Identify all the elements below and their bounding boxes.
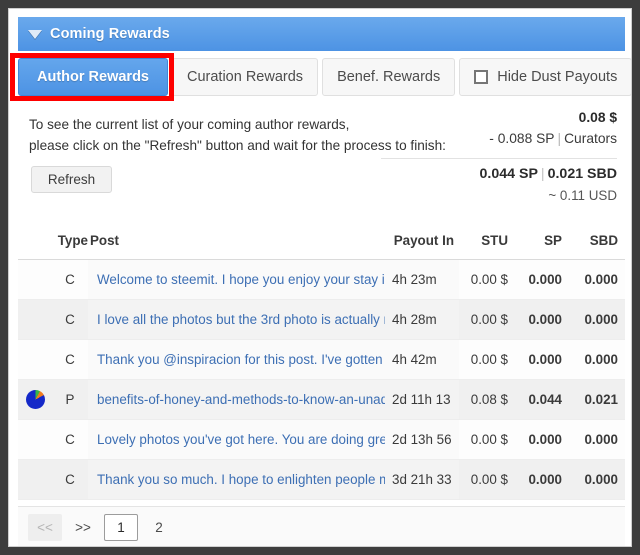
cell-payout-in: 4h 23m — [385, 259, 459, 299]
panel-title: Coming Rewards — [50, 26, 170, 42]
cell-stu: 0.00 $ — [459, 339, 517, 379]
cell-type: C — [52, 419, 88, 459]
pie-chart-icon — [18, 379, 52, 419]
tabstrip: Author Rewards Curation Rewards Benef. R… — [10, 53, 631, 101]
cell-sbd: 0.021 — [571, 379, 625, 419]
header-post[interactable]: Post — [88, 222, 385, 260]
cell-sp: 0.000 — [517, 259, 571, 299]
total-sp-curators-line: - 0.088 SP | Curators — [347, 128, 617, 150]
cell-sp: 0.000 — [517, 299, 571, 339]
header-stu[interactable]: STU — [459, 222, 517, 260]
cell-type: C — [52, 299, 88, 339]
pagination-next-button[interactable]: >> — [66, 514, 100, 541]
info-block: To see the current list of your coming a… — [18, 104, 625, 209]
table-row[interactable]: Pbenefits-of-honey-and-methods-to-know-a… — [18, 379, 625, 419]
total-usd-approx: ~ 0.11 USD — [548, 188, 617, 203]
row-icon-empty — [18, 339, 52, 379]
totals-divider — [381, 158, 617, 159]
cell-sbd: 0.000 — [571, 459, 625, 499]
tab-benef-rewards[interactable]: Benef. Rewards — [322, 58, 456, 96]
cell-post[interactable]: I love all the photos but the 3rd photo … — [88, 299, 385, 339]
post-link[interactable]: Thank you @inspiracion for this post. I'… — [97, 352, 385, 367]
cell-payout-in: 3d 21h 33 — [385, 459, 459, 499]
cell-sp: 0.044 — [517, 379, 571, 419]
pie-chart-icon — [25, 389, 45, 409]
table-row[interactable]: C Welcome to steemit. I hope you enjoy yo… — [18, 259, 625, 299]
totals-separator-2: | — [540, 166, 545, 182]
row-icon-empty — [18, 259, 52, 299]
tab-curation-rewards[interactable]: Curation Rewards — [172, 58, 319, 96]
cell-post[interactable]: benefits-of-honey-and-methods-to-know-an… — [88, 379, 385, 419]
post-link[interactable]: Welcome to steemit. I hope you enjoy you… — [97, 272, 385, 287]
table-header-row: Type Post Payout In STU SP SBD — [18, 222, 625, 260]
hide-dust-payouts-checkbox[interactable] — [474, 70, 489, 84]
coming-rewards-window: Coming Rewards Author Rewards Curation R… — [8, 8, 632, 547]
total-sbd: 0.021 SBD — [547, 166, 617, 182]
post-link[interactable]: Thank you so much. I hope to enlighten p… — [97, 472, 385, 487]
cell-payout-in: 4h 28m — [385, 299, 459, 339]
cell-sbd: 0.000 — [571, 419, 625, 459]
tab-author-rewards-wrapper: Author Rewards — [10, 53, 174, 101]
totals-summary: 0.08 $ - 0.088 SP | Curators 0.044 SP | 0.02… — [347, 108, 617, 205]
table-row[interactable]: C I love all the photos but the 3rd photo… — [18, 299, 625, 339]
total-sp: 0.044 SP — [479, 166, 538, 182]
post-link[interactable]: benefits-of-honey-and-methods-to-know-an… — [97, 392, 385, 407]
row-icon-empty — [18, 419, 52, 459]
row-icon-empty — [18, 459, 52, 499]
header-payout-in[interactable]: Payout In — [385, 222, 459, 260]
cell-stu: 0.00 $ — [459, 419, 517, 459]
cell-post[interactable]: Thank you so much. I hope to enlighten p… — [88, 459, 385, 499]
pagination-page-2[interactable]: 2 — [142, 514, 176, 541]
cell-sbd: 0.000 — [571, 259, 625, 299]
header-icon — [18, 222, 52, 260]
cell-stu: 0.08 $ — [459, 379, 517, 419]
table-row[interactable]: C Lovely photos you've got here. You are … — [18, 419, 625, 459]
cell-post[interactable]: Thank you @inspiracion for this post. I'… — [88, 339, 385, 379]
header-type[interactable]: Type — [52, 222, 88, 260]
rewards-table-head: Type Post Payout In STU SP SBD — [18, 222, 625, 260]
cell-stu: 0.00 $ — [459, 299, 517, 339]
pagination-page-1[interactable]: 1 — [104, 514, 138, 541]
cell-sp: 0.000 — [517, 419, 571, 459]
total-sp-sbd-line: 0.044 SP | 0.021 SBD — [347, 161, 617, 187]
table-row[interactable]: C Thank you so much. I hope to enlighten … — [18, 459, 625, 499]
cell-type: C — [52, 339, 88, 379]
cell-stu: 0.00 $ — [459, 259, 517, 299]
cell-type: C — [52, 259, 88, 299]
cell-payout-in: 2d 13h 56 — [385, 419, 459, 459]
row-icon-empty — [18, 299, 52, 339]
cell-stu: 0.00 $ — [459, 459, 517, 499]
cell-type: P — [52, 379, 88, 419]
curators-label: Curators — [564, 131, 617, 146]
pagination: << >> 1 2 — [18, 506, 625, 546]
hide-dust-payouts-toggle[interactable]: Hide Dust Payouts — [459, 58, 631, 96]
caret-down-icon[interactable] — [28, 29, 42, 39]
cell-payout-in: 4h 42m — [385, 339, 459, 379]
cell-type: C — [52, 459, 88, 499]
rewards-table: Type Post Payout In STU SP SBD C Welcome … — [18, 222, 625, 500]
cell-payout-in: 2d 11h 13 — [385, 379, 459, 419]
cell-post[interactable]: Lovely photos you've got here. You are d… — [88, 419, 385, 459]
post-link[interactable]: I love all the photos but the 3rd photo … — [97, 312, 385, 327]
pagination-first-button[interactable]: << — [28, 514, 62, 541]
panel-header[interactable]: Coming Rewards — [18, 17, 625, 51]
cell-post[interactable]: Welcome to steemit. I hope you enjoy you… — [88, 259, 385, 299]
header-sp[interactable]: SP — [517, 222, 571, 260]
cell-sbd: 0.000 — [571, 339, 625, 379]
rewards-table-body: C Welcome to steemit. I hope you enjoy yo… — [18, 259, 625, 499]
post-link[interactable]: Lovely photos you've got here. You are d… — [97, 432, 385, 447]
tab-author-rewards[interactable]: Author Rewards — [18, 58, 168, 96]
table-row[interactable]: C Thank you @inspiracion for this post. I… — [18, 339, 625, 379]
cell-sp: 0.000 — [517, 339, 571, 379]
hide-dust-payouts-label: Hide Dust Payouts — [497, 69, 618, 85]
totals-separator-1: | — [557, 131, 562, 146]
cell-sp: 0.000 — [517, 459, 571, 499]
total-sp-negative: - 0.088 SP — [489, 131, 555, 146]
refresh-button[interactable]: Refresh — [31, 166, 112, 193]
header-sbd[interactable]: SBD — [571, 222, 625, 260]
total-usd-top: 0.08 $ — [578, 110, 617, 125]
cell-sbd: 0.000 — [571, 299, 625, 339]
